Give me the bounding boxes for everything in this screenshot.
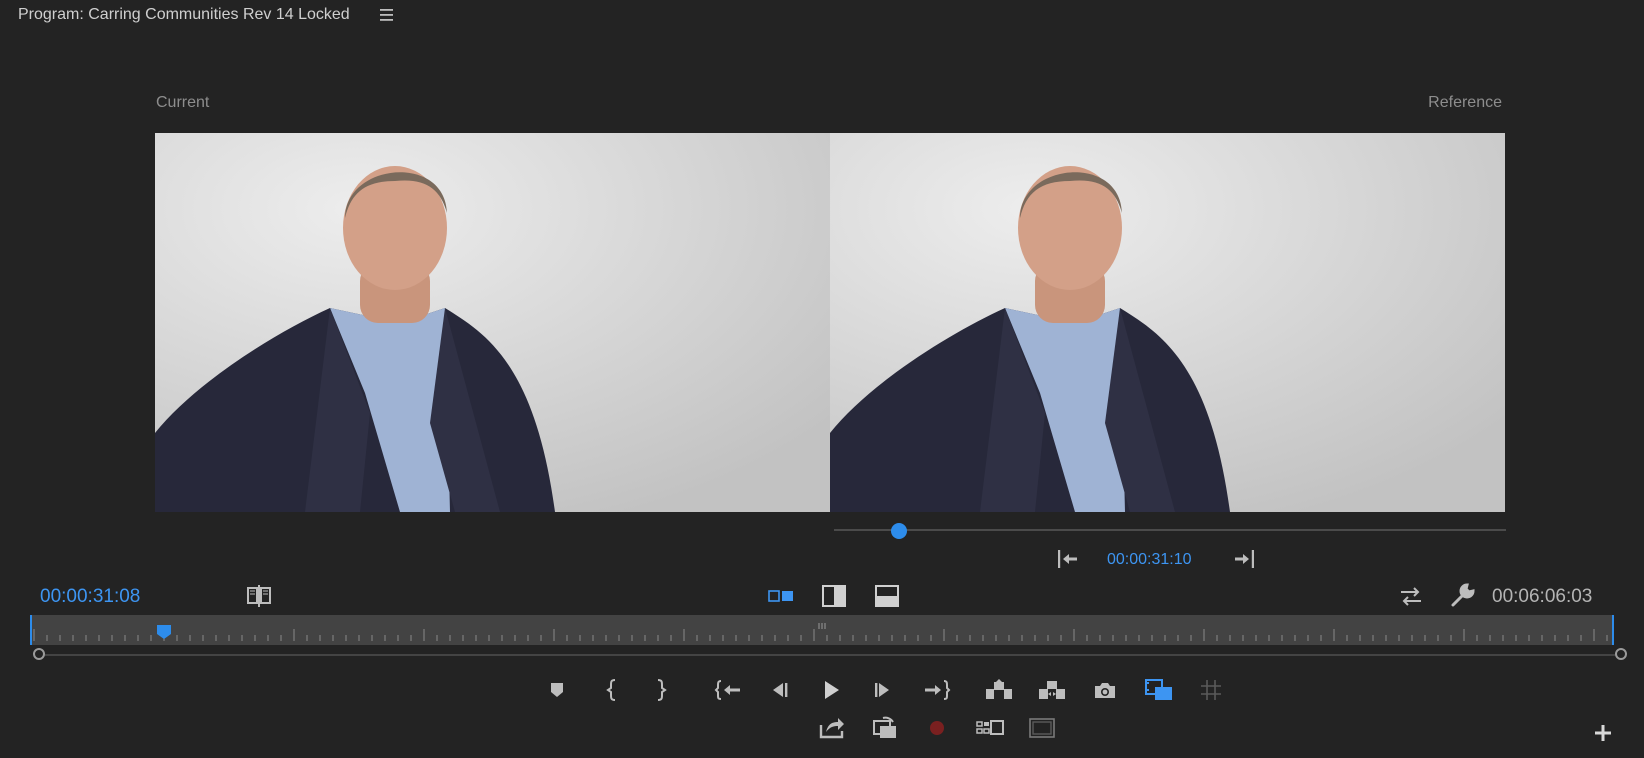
record-icon[interactable] — [924, 715, 950, 741]
current-frame-image — [155, 133, 830, 512]
playhead[interactable] — [156, 625, 171, 639]
lift-icon[interactable] — [984, 677, 1014, 703]
comparison-view-icon[interactable] — [1144, 677, 1174, 703]
overwrite-icon[interactable] — [871, 715, 899, 741]
reference-timecode[interactable]: 00:00:31:10 — [1107, 551, 1192, 569]
step-back-icon[interactable] — [766, 677, 792, 703]
mark-in-icon[interactable] — [600, 677, 626, 703]
zoom-scrollbar-right-handle[interactable] — [1615, 648, 1627, 660]
insert-icon[interactable] — [818, 715, 846, 741]
reference-label: Reference — [1428, 94, 1502, 111]
reference-scrubber-handle[interactable] — [890, 523, 907, 539]
vr-video-icon[interactable] — [1027, 715, 1057, 741]
current-viewer[interactable] — [155, 133, 830, 512]
swap-sides-icon[interactable] — [1398, 583, 1424, 609]
reference-viewer[interactable] — [830, 133, 1505, 512]
go-to-out-icon[interactable] — [921, 677, 951, 703]
safe-margins-icon[interactable] — [1198, 677, 1224, 703]
time-ruler-ticks — [33, 623, 1608, 641]
out-point-marker — [1612, 615, 1614, 645]
camera-icon[interactable] — [1092, 677, 1118, 703]
marker-icon[interactable] — [544, 677, 570, 703]
reference-frame-image — [830, 133, 1505, 512]
compare-view-icon[interactable] — [246, 584, 272, 608]
side-by-side-view-icon[interactable] — [767, 585, 795, 607]
reference-scrubber-track[interactable] — [834, 529, 1506, 531]
current-timecode[interactable]: 00:00:31:08 — [40, 586, 140, 608]
extract-icon[interactable] — [1037, 677, 1067, 703]
horizontal-split-icon[interactable] — [874, 583, 900, 609]
wrench-icon[interactable] — [1449, 581, 1477, 609]
hamburger-menu-icon[interactable] — [378, 6, 396, 24]
add-button-icon[interactable] — [1592, 722, 1614, 744]
step-forward-icon[interactable] — [870, 677, 896, 703]
multicam-icon[interactable] — [975, 715, 1005, 741]
reference-go-to-out-icon[interactable] — [1231, 546, 1257, 572]
zoom-scrollbar-left-handle[interactable] — [33, 648, 45, 660]
zoom-scrollbar[interactable] — [40, 654, 1622, 656]
go-to-in-icon[interactable] — [714, 677, 744, 703]
mark-out-icon[interactable] — [647, 677, 673, 703]
in-point-marker — [30, 615, 32, 645]
reference-go-to-in-icon[interactable] — [1055, 546, 1081, 572]
panel-title[interactable]: Program: Carring Communities Rev 14 Lock… — [18, 6, 350, 24]
time-ruler[interactable] — [30, 615, 1614, 645]
vertical-split-icon[interactable] — [821, 583, 847, 609]
play-icon[interactable] — [818, 677, 844, 703]
duration-timecode: 00:06:06:03 — [1492, 586, 1593, 607]
current-label: Current — [156, 94, 210, 111]
